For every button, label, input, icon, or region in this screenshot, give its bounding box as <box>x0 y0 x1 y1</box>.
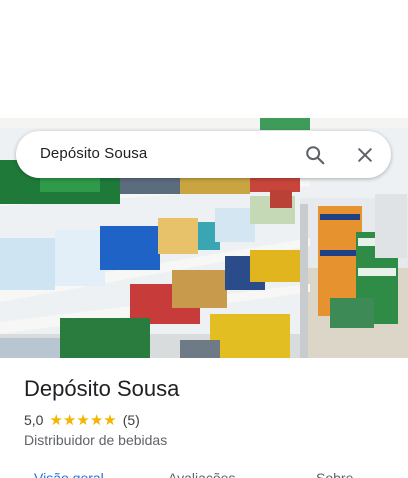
tab-overview[interactable]: Visão geral <box>34 470 104 478</box>
clear-search-button[interactable] <box>350 140 380 170</box>
star-rating: ★ ★ ★ ★ ★ <box>49 413 116 428</box>
star-icon: ★ <box>62 411 77 429</box>
star-icon: ★ <box>49 411 63 429</box>
search-bar[interactable]: Depósito Sousa <box>16 131 391 178</box>
rating-row[interactable]: 5,0 ★ ★ ★ ★ ★ (5) <box>24 411 140 429</box>
close-icon <box>358 148 372 162</box>
star-icon: ★ <box>76 411 90 429</box>
search-icon <box>306 146 325 165</box>
place-tabs: Visão geral Avaliações Sobre <box>0 470 408 478</box>
place-category: Distribuidor de bebidas <box>24 432 168 448</box>
search-input[interactable]: Depósito Sousa <box>40 145 147 162</box>
rating-value: 5,0 <box>24 412 44 428</box>
search-button[interactable] <box>300 140 330 170</box>
tab-about[interactable]: Sobre <box>316 470 353 478</box>
tab-reviews[interactable]: Avaliações <box>168 470 235 478</box>
review-count: (5) <box>122 412 140 428</box>
place-title: Depósito Sousa <box>24 376 180 401</box>
star-icon: ★ <box>89 411 104 429</box>
star-icon: ★ <box>103 411 117 429</box>
